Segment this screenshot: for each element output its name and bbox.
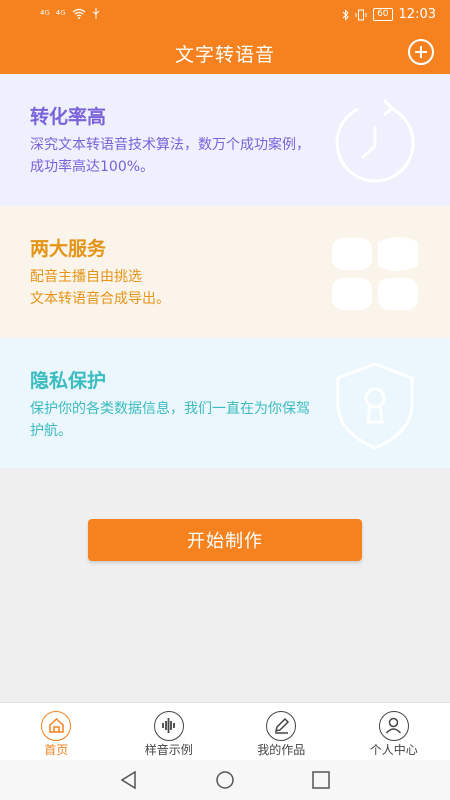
home-icon xyxy=(41,711,72,741)
battery-icon: 60 xyxy=(373,8,393,21)
nav-bar: 文字转语音 xyxy=(0,30,450,74)
card-desc-line: 文本转语音合成导出。 xyxy=(30,291,170,307)
tab-label: 样音示例 xyxy=(144,743,193,757)
pencil-icon xyxy=(266,711,297,741)
status-right: 60 12:03 xyxy=(342,7,436,22)
feature-card-conversion: 转化率高 深究文本转语音技术算法，数万个成功案例，成功率高达100%。 xyxy=(0,74,450,206)
card-desc-line: 配音主播自由挑选 xyxy=(30,269,142,285)
signal-icon: ⁴ᴳ xyxy=(40,8,50,21)
tab-profile[interactable]: 个人中心 xyxy=(338,703,450,760)
status-bar: ⁴ᴳ ⁴ᴳ 60 12:03 xyxy=(0,0,450,30)
page-title: 文字转语音 xyxy=(174,44,275,66)
home-nav-icon[interactable] xyxy=(214,770,236,790)
tab-samples[interactable]: 样音示例 xyxy=(113,703,226,760)
user-icon xyxy=(378,711,409,741)
tab-label: 个人中心 xyxy=(369,743,418,757)
add-button[interactable] xyxy=(408,39,434,65)
shield-lock-icon xyxy=(336,362,414,450)
tab-label: 首页 xyxy=(44,743,69,757)
wifi-icon xyxy=(72,8,85,19)
vibrate-icon xyxy=(355,9,367,20)
signal-icon-2: ⁴ᴳ xyxy=(55,8,66,21)
usb-icon xyxy=(92,8,99,19)
recents-icon[interactable] xyxy=(310,770,332,790)
bottom-tab-bar: 首页 样音示例 我的作品 个人中心 xyxy=(0,702,450,760)
status-left: ⁴ᴳ ⁴ᴳ xyxy=(40,8,100,21)
card-desc: 配音主播自由挑选 文本转语音合成导出。 xyxy=(30,266,320,310)
tab-my-works[interactable]: 我的作品 xyxy=(225,703,338,760)
card-title: 转化率高 xyxy=(30,106,107,128)
feature-card-services: 两大服务 配音主播自由挑选 文本转语音合成导出。 xyxy=(0,206,450,338)
card-title: 隐私保护 xyxy=(30,370,107,392)
status-time: 12:03 xyxy=(398,7,436,22)
card-desc: 深究文本转语音技术算法，数万个成功案例，成功率高达100%。 xyxy=(30,137,310,175)
card-title: 两大服务 xyxy=(30,238,107,260)
card-desc: 保护你的各类数据信息，我们一直在为你保驾护航。 xyxy=(30,401,310,439)
feature-card-privacy: 隐私保护 保护你的各类数据信息，我们一直在为你保驾护航。 xyxy=(0,338,450,468)
bluetooth-icon xyxy=(342,8,349,21)
tab-home[interactable]: 首页 xyxy=(0,703,113,760)
back-icon[interactable] xyxy=(118,770,140,790)
start-button[interactable]: 开始制作 xyxy=(88,519,362,561)
tab-label: 我的作品 xyxy=(257,743,306,757)
system-nav-bar xyxy=(0,760,450,800)
refresh-clock-icon xyxy=(335,98,415,183)
grid-services-icon xyxy=(332,237,418,310)
waveform-icon xyxy=(153,711,184,741)
